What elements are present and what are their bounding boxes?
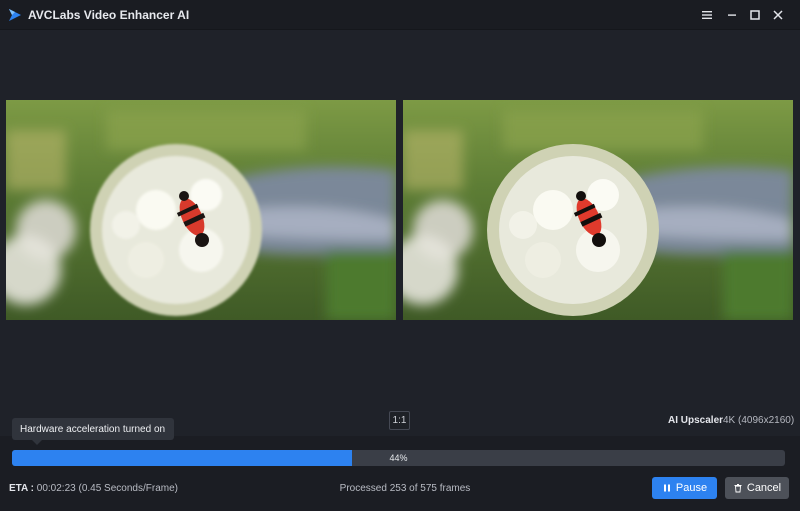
pause-label: Pause xyxy=(675,482,708,494)
cancel-button[interactable]: Cancel xyxy=(725,477,789,499)
progress-bar: 44% xyxy=(12,450,785,466)
ratio-button[interactable]: 1:1 xyxy=(389,411,410,430)
close-icon[interactable] xyxy=(768,5,788,25)
tooltip-text: Hardware acceleration turned on xyxy=(20,423,166,435)
menu-icon[interactable] xyxy=(697,5,717,25)
minimize-icon[interactable] xyxy=(722,5,742,25)
cancel-label: Cancel xyxy=(746,482,782,494)
enhanced-preview xyxy=(403,100,793,320)
hardware-acceleration-tooltip: Hardware acceleration turned on xyxy=(12,418,174,445)
title-bar: AVCLabs Video Enhancer AI xyxy=(0,0,800,30)
pause-button[interactable]: Pause xyxy=(652,477,717,499)
tooltip-arrow xyxy=(32,440,42,445)
pause-icon xyxy=(662,483,672,493)
maximize-icon[interactable] xyxy=(745,5,765,25)
app-logo-icon xyxy=(8,8,22,22)
original-preview xyxy=(6,100,396,320)
progress-percent: 44% xyxy=(389,453,408,463)
upscaler-label: AI Upscaler xyxy=(668,415,724,426)
upscaler-resolution: 4K (4096x2160) xyxy=(723,415,795,426)
app-title: AVCLabs Video Enhancer AI xyxy=(28,8,190,22)
trash-icon xyxy=(733,483,743,493)
bottom-panel xyxy=(0,436,800,511)
